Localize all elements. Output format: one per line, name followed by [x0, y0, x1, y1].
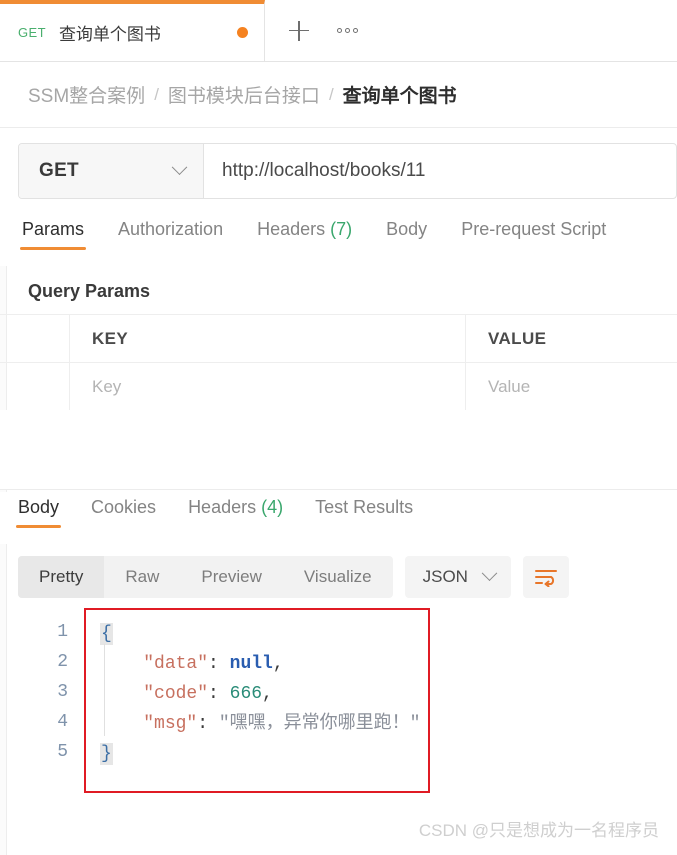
line-number-gutter: 1 2 3 4 5	[0, 608, 84, 793]
breadcrumb-separator: /	[328, 84, 334, 104]
language-select[interactable]: JSON	[404, 556, 511, 598]
format-pretty-button[interactable]: Pretty	[18, 556, 105, 598]
tab-params-label: Params	[22, 219, 85, 239]
breadcrumb-item-request[interactable]: 查询单个图书	[343, 81, 457, 108]
breadcrumb-item-collection[interactable]: SSM整合案例	[28, 81, 145, 108]
wrap-text-button[interactable]	[522, 556, 569, 598]
tab-body[interactable]: Body	[384, 214, 429, 254]
table-header-value: VALUE	[488, 328, 547, 348]
tab-pre-request-script-label: Pre-request Script	[461, 219, 607, 239]
chevron-down-icon	[481, 564, 498, 581]
tab-headers[interactable]: Headers (7)	[255, 214, 354, 254]
request-tabs: Params Authorization Headers (7) Body Pr…	[0, 214, 677, 266]
code-line-3: "code": 666,	[86, 679, 428, 709]
json-value-string: "嘿嘿，异常你哪里跑！"	[218, 714, 421, 734]
open-brace: {	[100, 623, 113, 645]
response-tab-test-results-label: Test Results	[315, 497, 414, 517]
json-value-number: 666	[229, 684, 263, 704]
close-brace: }	[100, 743, 113, 765]
tab-bar: GET 查询单个图书	[0, 0, 677, 62]
breadcrumb: SSM整合案例 / 图书模块后台接口 / 查询单个图书	[0, 62, 677, 128]
json-code-annotation-box[interactable]: { "data": null, "code": 666, "msg": "嘿嘿，…	[84, 608, 430, 793]
tab-body-label: Body	[386, 219, 428, 239]
request-tab-active[interactable]: GET 查询单个图书	[0, 0, 265, 61]
tab-headers-count: (7)	[330, 219, 353, 239]
json-key: "msg"	[143, 714, 198, 734]
code-line-4: "msg": "嘿嘿，异常你哪里跑！"	[86, 709, 428, 739]
line-number: 2	[57, 652, 68, 672]
response-tab-body-label: Body	[18, 497, 60, 517]
breadcrumb-separator: /	[154, 84, 159, 104]
params-empty-area	[0, 410, 677, 490]
tab-method-label: GET	[18, 25, 46, 40]
code-line-2: "data": null,	[86, 649, 428, 679]
json-key: "data"	[143, 654, 209, 674]
format-segmented-control: Pretty Raw Preview Visualize	[18, 556, 393, 598]
line-number: 3	[57, 682, 68, 702]
url-bar: GET http://localhost/books/11	[18, 143, 677, 199]
table-header-row: KEY VALUE	[0, 315, 677, 363]
url-bar-row: GET http://localhost/books/11	[0, 128, 677, 214]
url-input[interactable]: http://localhost/books/11	[204, 144, 676, 198]
table-header-checkbox-cell	[0, 315, 70, 362]
line-number: 5	[57, 742, 68, 762]
param-value-input[interactable]: Value	[466, 363, 677, 410]
row-checkbox[interactable]	[0, 363, 70, 410]
tab-authorization-label: Authorization	[118, 219, 224, 239]
response-tab-headers-label: Headers	[188, 497, 257, 517]
format-visualize-button[interactable]: Visualize	[283, 556, 393, 598]
tab-bar-actions	[265, 0, 677, 61]
unsaved-dot-icon	[237, 27, 248, 38]
response-tab-headers-count: (4)	[261, 497, 284, 517]
indent-guide	[104, 644, 105, 736]
response-tab-cookies[interactable]: Cookies	[89, 492, 158, 532]
response-tab-test-results[interactable]: Test Results	[313, 492, 415, 532]
response-tab-cookies-label: Cookies	[91, 497, 157, 517]
line-number: 4	[57, 712, 68, 732]
response-tab-body[interactable]: Body	[16, 492, 62, 532]
code-line-5: }	[86, 739, 428, 769]
param-key-input[interactable]: Key	[70, 363, 466, 410]
postman-window: GET 查询单个图书 SSM整合案例 / 图书模块后台接口 / 查询单个图书 G…	[0, 0, 677, 855]
language-label: JSON	[422, 567, 468, 586]
wrap-text-icon	[534, 570, 557, 587]
response-format-toolbar: Pretty Raw Preview Visualize JSON	[0, 548, 677, 606]
line-number: 1	[57, 622, 68, 642]
tab-pre-request-script[interactable]: Pre-request Script	[459, 214, 608, 254]
json-colon: :	[208, 654, 230, 674]
table-row[interactable]: Key Value	[0, 363, 677, 411]
json-value-null: null	[229, 654, 273, 674]
ellipsis-icon[interactable]	[335, 22, 360, 39]
breadcrumb-item-folder[interactable]: 图书模块后台接口	[168, 81, 320, 108]
query-params-table: KEY VALUE Key Value	[0, 314, 677, 411]
tab-params[interactable]: Params	[20, 214, 87, 254]
chevron-down-icon	[171, 158, 188, 175]
response-body-viewer: 1 2 3 4 5 { "data": null, "code": 666, "…	[0, 608, 677, 793]
tab-authorization[interactable]: Authorization	[116, 214, 225, 254]
response-tab-headers[interactable]: Headers (4)	[186, 492, 285, 532]
tab-headers-label: Headers	[257, 219, 326, 239]
http-method-select[interactable]: GET	[19, 144, 204, 198]
json-comma: ,	[262, 684, 273, 704]
json-colon: :	[208, 684, 230, 704]
query-params-title: Query Params	[28, 280, 151, 301]
json-comma: ,	[272, 654, 284, 674]
plus-icon[interactable]	[289, 20, 309, 41]
format-raw-button[interactable]: Raw	[104, 556, 180, 598]
table-header-key: KEY	[70, 315, 466, 362]
response-tabs: Body Cookies Headers (4) Test Results	[0, 492, 677, 544]
json-colon: :	[197, 714, 219, 734]
watermark: CSDN @只是想成为一名程序员	[418, 821, 659, 840]
json-key: "code"	[143, 684, 209, 704]
http-method-label: GET	[39, 160, 79, 181]
format-preview-button[interactable]: Preview	[180, 556, 282, 598]
code-line-1: {	[86, 619, 428, 649]
tab-title-label: 查询单个图书	[58, 25, 161, 44]
